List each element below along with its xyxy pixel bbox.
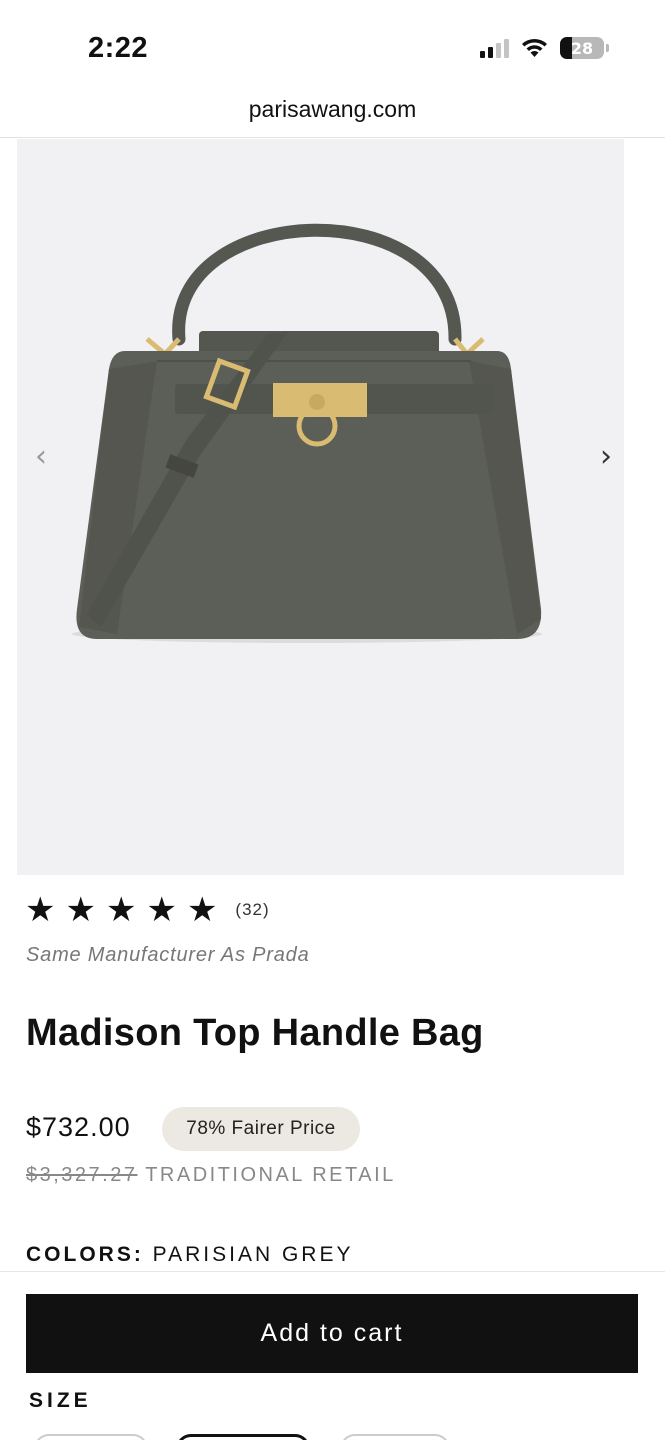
size-option[interactable] xyxy=(340,1434,450,1440)
battery-tip xyxy=(606,44,609,52)
retail-price: $3,327.27 xyxy=(26,1164,138,1186)
gallery-prev-button[interactable]: ‹ xyxy=(35,439,47,474)
review-count[interactable]: (32) xyxy=(235,900,269,920)
status-icons: 28 xyxy=(480,37,609,59)
chevron-right-icon: › xyxy=(600,439,612,474)
status-bar: 2:22 28 xyxy=(0,0,665,96)
product-tagline: Same Manufacturer As Prada xyxy=(26,944,310,966)
traditional-retail: $3,327.27 TRADITIONAL RETAIL xyxy=(26,1164,396,1187)
product-title: Madison Top Handle Bag xyxy=(26,1012,484,1054)
size-option-selected[interactable] xyxy=(176,1434,310,1440)
add-to-cart-button[interactable]: Add to cart xyxy=(26,1294,638,1373)
battery-level: 28 xyxy=(570,38,594,58)
gallery-next-button[interactable]: › xyxy=(600,439,612,474)
retail-label: TRADITIONAL RETAIL xyxy=(145,1164,396,1186)
product-rating[interactable]: ★ ★ ★ ★ ★ (32) xyxy=(25,893,270,927)
star-icon: ★ xyxy=(146,890,177,930)
colors-value: PARISIAN GREY xyxy=(152,1243,354,1266)
gallery-peek xyxy=(624,139,665,875)
status-time: 2:22 xyxy=(88,32,149,64)
product-price: $732.00 xyxy=(26,1112,131,1142)
colors-row: COLORS: PARISIAN GREY xyxy=(26,1243,354,1267)
fairer-price-badge: 78% Fairer Price xyxy=(162,1107,360,1151)
signal-icon xyxy=(480,38,509,58)
chevron-left-icon: ‹ xyxy=(35,439,47,474)
star-icon: ★ xyxy=(65,890,96,930)
url-text: parisawang.com xyxy=(248,96,417,122)
grey-top-handle-bag-image xyxy=(72,223,542,643)
url-bar[interactable]: parisawang.com xyxy=(0,96,665,138)
wifi-icon xyxy=(522,38,547,57)
product-gallery[interactable]: ‹ › xyxy=(17,139,624,875)
size-label: SIZE xyxy=(29,1389,92,1412)
star-icon: ★ xyxy=(105,890,137,930)
battery-icon: 28 xyxy=(560,37,604,59)
colors-label: COLORS: xyxy=(26,1243,144,1266)
divider xyxy=(0,1271,665,1272)
size-option[interactable] xyxy=(34,1434,148,1440)
star-icon: ★ xyxy=(186,890,218,930)
star-icon: ★ xyxy=(25,890,56,930)
